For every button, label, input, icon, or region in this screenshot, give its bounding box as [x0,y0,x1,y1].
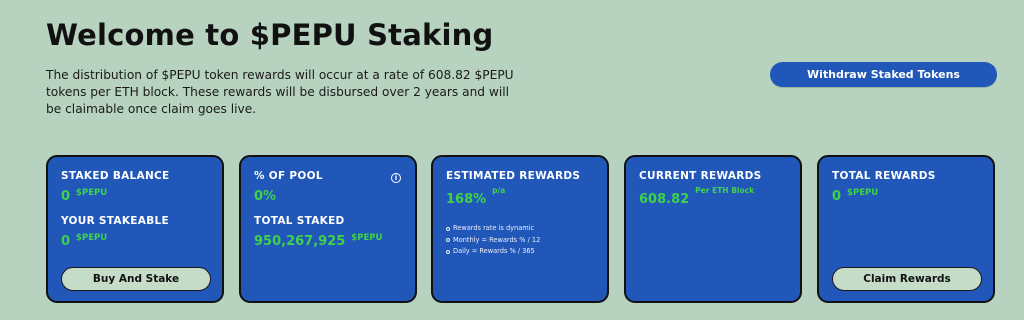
staked-balance-label: STAKED BALANCE [61,170,170,182]
note-item: Monthly = Rewards % / 12 [446,235,540,247]
pool-percent-value: 0% [254,189,276,204]
current-rewards-label: CURRENT REWARDS [639,170,762,182]
note-text: Rewards rate is dynamic [453,224,535,232]
total-rewards-unit: $PEPU [847,188,879,198]
note-item: Daily = Rewards % / 365 [446,246,540,258]
bullet-icon [446,226,450,231]
pool-card: % OF POOL i 0% TOTAL STAKED 950,267,925 … [239,155,417,303]
estimated-rewards-label: ESTIMATED REWARDS [446,170,581,182]
total-rewards-value: 0 $PEPU [832,188,879,204]
page-description: The distribution of $PEPU token rewards … [46,68,514,116]
current-rewards-suffix: Per ETH Block [695,186,755,195]
estimated-rewards-suffix: p/a [492,186,506,195]
estimated-rewards-notes: Rewards rate is dynamic Monthly = Reward… [446,223,540,258]
note-item: Rewards rate is dynamic [446,223,540,235]
claim-rewards-button[interactable]: Claim Rewards [832,267,982,291]
current-rewards-value: 608.82 Per ETH Block [639,186,754,207]
your-stakeable-value: 0 $PEPU [61,233,108,249]
note-text: Daily = Rewards % / 365 [453,247,535,255]
estimated-rewards-card: ESTIMATED REWARDS 168% p/a Rewards rate … [431,155,609,303]
your-stakeable-unit: $PEPU [76,233,108,243]
total-staked-value: 950,267,925 $PEPU [254,233,383,249]
buy-and-stake-button[interactable]: Buy And Stake [61,267,211,291]
staked-balance-card: STAKED BALANCE 0 $PEPU YOUR STAKEABLE 0 … [46,155,224,303]
your-stakeable-label: YOUR STAKEABLE [61,215,169,227]
staked-balance-value: 0 $PEPU [61,188,108,204]
total-rewards-card: TOTAL REWARDS 0 $PEPU Claim Rewards [817,155,995,303]
your-stakeable-amount: 0 [61,234,71,249]
total-rewards-amount: 0 [832,189,842,204]
info-icon[interactable]: i [391,173,401,183]
current-rewards-amount: 608.82 [639,192,690,207]
total-staked-label: TOTAL STAKED [254,215,345,227]
pool-percent-label: % OF POOL [254,170,323,182]
current-rewards-card: CURRENT REWARDS 608.82 Per ETH Block [624,155,802,303]
page-title: Welcome to $PEPU Staking [46,18,494,52]
bullet-icon [446,238,450,243]
total-staked-amount: 950,267,925 [254,234,346,249]
staked-balance-amount: 0 [61,189,71,204]
pool-percent-amount: 0% [254,189,277,204]
total-staked-unit: $PEPU [351,233,383,243]
estimated-rewards-value: 168% p/a [446,186,505,207]
note-text: Monthly = Rewards % / 12 [453,235,541,244]
bullet-icon [446,249,450,254]
estimated-rewards-amount: 168% [446,192,487,207]
staked-balance-unit: $PEPU [76,188,108,198]
total-rewards-label: TOTAL REWARDS [832,170,936,182]
withdraw-staked-tokens-button[interactable]: Withdraw Staked Tokens [770,62,997,87]
